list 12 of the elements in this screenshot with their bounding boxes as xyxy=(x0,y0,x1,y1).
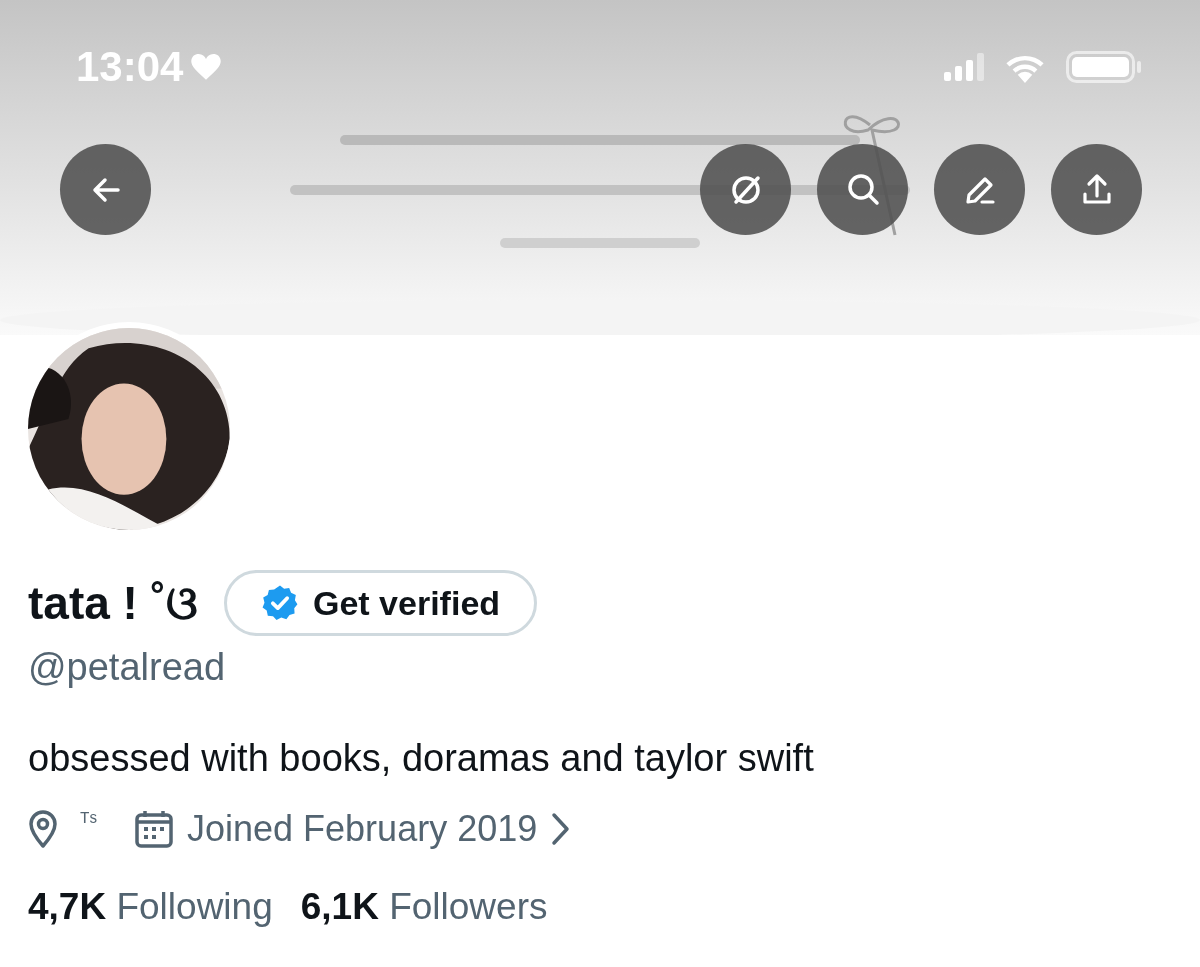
bio-text: obsessed with books, doramas and taylor swift xyxy=(28,737,815,780)
username-handle: @petalread xyxy=(28,646,227,689)
location-text: ᵀˢ xyxy=(80,808,97,834)
calendar-icon xyxy=(135,810,173,848)
follow-count-link[interactable]: 6,1K Followers xyxy=(300,886,548,928)
chevron-right-icon xyxy=(551,812,572,846)
follow-count-link[interactable]: 4,7K Following xyxy=(28,886,273,928)
get-verified-button[interactable]: Get verified xyxy=(224,570,538,636)
verified-badge-icon xyxy=(261,584,299,622)
display-name: tata ! ˚ଓ xyxy=(28,575,198,631)
location-pin-icon xyxy=(28,809,58,849)
joined-date: Joined February 2019 xyxy=(187,808,538,850)
